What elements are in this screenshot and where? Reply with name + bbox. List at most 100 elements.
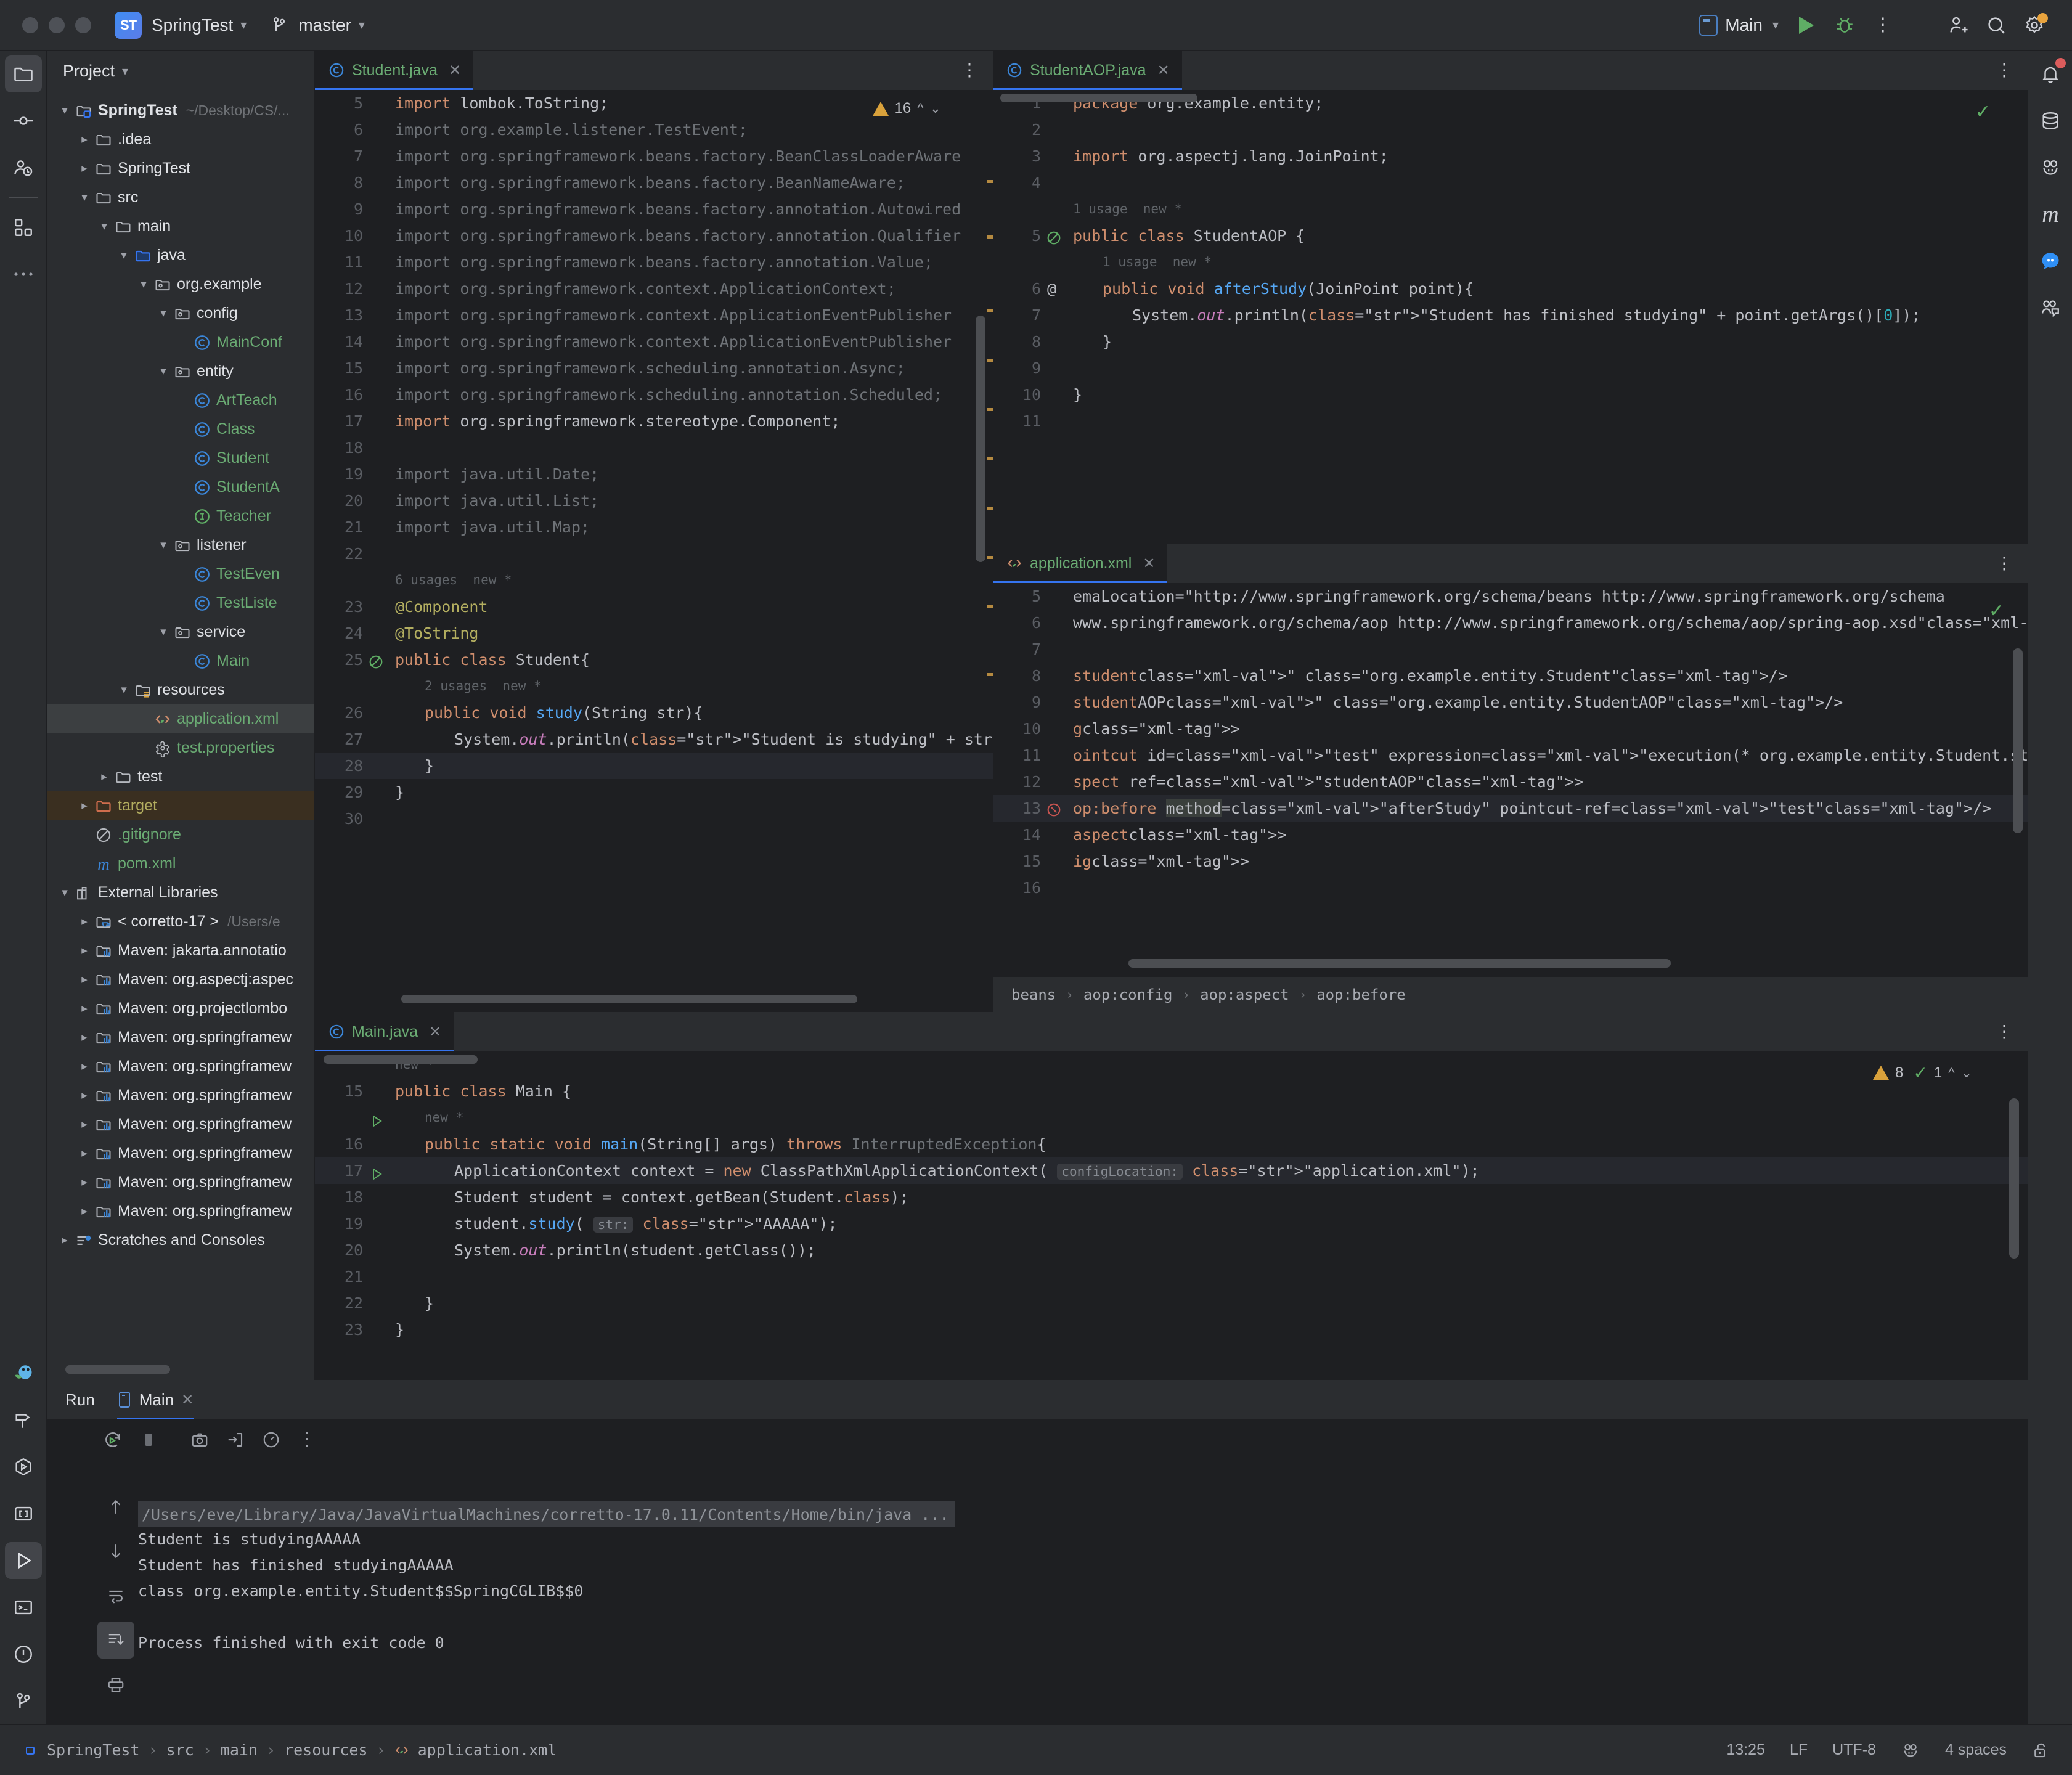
- tree-item-artteach[interactable]: ArtTeach: [47, 386, 314, 415]
- tree-item-mainconf[interactable]: MainConf: [47, 328, 314, 357]
- breadcrumb-item[interactable]: beans: [1011, 986, 1056, 1003]
- tree-item-maven-org-springframew[interactable]: ▸ Maven: org.springframew: [47, 1023, 314, 1052]
- chevron-right-icon[interactable]: ▸: [76, 133, 92, 147]
- tree-item-application-xml[interactable]: application.xml: [47, 704, 314, 733]
- terminal-tool-window-button[interactable]: [0, 1584, 47, 1631]
- tab-student-java[interactable]: Student.java ✕: [315, 51, 474, 90]
- chevron-down-icon[interactable]: ▾: [240, 17, 247, 33]
- screenshot-button[interactable]: [182, 1422, 218, 1458]
- chevron-down-icon[interactable]: ▾: [136, 277, 152, 292]
- tree-item-studenta[interactable]: StudentA: [47, 473, 314, 502]
- error-stripe[interactable]: [987, 408, 993, 411]
- debug-button[interactable]: [1825, 7, 1864, 43]
- chevron-right-icon[interactable]: ▸: [76, 1146, 92, 1161]
- chevron-right-icon[interactable]: ▸: [76, 1204, 92, 1218]
- problems-tool-window-button[interactable]: [0, 1631, 47, 1678]
- student-vscrollbar[interactable]: [976, 316, 985, 562]
- tree-item-java[interactable]: ▾ java: [47, 241, 314, 270]
- project-panel-header[interactable]: Project ▾: [47, 51, 314, 91]
- database-tool-window-button[interactable]: [2028, 97, 2072, 144]
- spring-tool-window-button[interactable]: [0, 1350, 47, 1397]
- stop-button[interactable]: [131, 1422, 166, 1458]
- editor-options-icon[interactable]: ⋮: [1996, 1022, 2028, 1040]
- close-icon[interactable]: ✕: [1143, 555, 1155, 573]
- indent-label[interactable]: 4 spaces: [1945, 1741, 2007, 1759]
- error-stripe[interactable]: [987, 309, 993, 312]
- appxml-vscrollbar[interactable]: [2013, 648, 2023, 833]
- error-stripe[interactable]: [987, 457, 993, 460]
- build-tool-window-button[interactable]: [0, 1397, 47, 1443]
- tree-item-class[interactable]: Class: [47, 415, 314, 444]
- print-button[interactable]: [94, 1662, 138, 1707]
- run-button[interactable]: [1787, 7, 1825, 43]
- lock-icon[interactable]: [2031, 1741, 2050, 1760]
- run-more-button[interactable]: ⋮: [289, 1422, 325, 1458]
- chevron-right-icon[interactable]: ▸: [76, 1117, 92, 1132]
- tree-item-src[interactable]: ▾ src: [47, 183, 314, 212]
- chevron-down-icon[interactable]: ▾: [155, 538, 171, 552]
- tree-item-teacher[interactable]: Teacher: [47, 502, 314, 531]
- encoding-label[interactable]: UTF-8: [1832, 1741, 1876, 1759]
- tree-item-springtest[interactable]: ▸ SpringTest: [47, 154, 314, 183]
- next-problem-icon[interactable]: ⌄: [1961, 1065, 1972, 1081]
- chevron-down-icon[interactable]: ▾: [155, 625, 171, 639]
- profile-button[interactable]: [253, 1422, 289, 1458]
- tree-item-maven-jakarta-annotatio[interactable]: ▸ Maven: jakarta.annotatio: [47, 936, 314, 965]
- tree-item-maven-org-springframew[interactable]: ▸ Maven: org.springframew: [47, 1110, 314, 1139]
- search-button[interactable]: [1977, 7, 2015, 43]
- error-stripe[interactable]: [987, 556, 993, 559]
- code-area-appxml[interactable]: 5 emaLocation="http://www.springframework…: [993, 583, 2028, 928]
- studentaop-hscrollbar[interactable]: [1000, 94, 1197, 102]
- project-name-label[interactable]: SpringTest: [152, 15, 233, 35]
- project-view-chevron-down-icon[interactable]: ▾: [122, 63, 128, 79]
- chevron-down-icon[interactable]: ▾: [57, 104, 73, 118]
- student-hscrollbar[interactable]: [401, 995, 857, 1003]
- inspection-widget-appxml[interactable]: ✓: [1989, 600, 2004, 622]
- more-tool-windows-button[interactable]: [0, 251, 47, 298]
- tree-item-test[interactable]: ▸ test: [47, 762, 314, 791]
- branch-chevron-down-icon[interactable]: ▾: [359, 17, 365, 33]
- plugins-tool-window-button[interactable]: [0, 204, 47, 251]
- project-tree-hscrollbar[interactable]: [65, 1365, 170, 1374]
- project-tree[interactable]: ▾ SpringTest ~/Desktop/CS/... ▸ .idea ▸ Spring…: [47, 91, 314, 1255]
- status-breadcrumb-item[interactable]: resources: [284, 1741, 367, 1759]
- error-stripe[interactable]: [987, 180, 993, 183]
- tree-item-pom-xml[interactable]: m pom.xml: [47, 849, 314, 878]
- status-breadcrumb-item[interactable]: application.xml: [418, 1741, 557, 1759]
- tree-item-scratches-and-consoles[interactable]: ▸ Scratches and Consoles: [47, 1226, 314, 1255]
- code-area-studentaop[interactable]: 1 package org.example.entity; 2 3 import org…: [993, 90, 2028, 503]
- breadcrumb-item[interactable]: aop:before: [1316, 986, 1406, 1003]
- tree-item-service[interactable]: ▾ service: [47, 618, 314, 647]
- inspection-widget-main[interactable]: 8 ✓ 1 ^ ⌄: [1873, 1063, 1972, 1083]
- chevron-right-icon[interactable]: ▸: [76, 1088, 92, 1103]
- tree-item-test-properties[interactable]: test.properties: [47, 733, 314, 762]
- chevron-down-icon[interactable]: ▾: [116, 683, 132, 697]
- close-icon[interactable]: ✕: [181, 1391, 194, 1409]
- tree-item-resources[interactable]: ▾ resources: [47, 675, 314, 704]
- chevron-right-icon[interactable]: ▸: [76, 799, 92, 813]
- tree-item-target[interactable]: ▸ target: [47, 791, 314, 820]
- xml-breadcrumb[interactable]: beans › aop:config › aop:aspect › aop:before: [993, 977, 2028, 1012]
- prev-problem-icon[interactable]: ^: [1948, 1065, 1954, 1081]
- tree-item-testeven[interactable]: TestEven: [47, 560, 314, 589]
- settings-button[interactable]: [2015, 7, 2054, 43]
- scroll-up-button[interactable]: [94, 1485, 138, 1529]
- code-with-me-button[interactable]: [2028, 285, 2072, 332]
- chevron-right-icon[interactable]: ▸: [76, 973, 92, 987]
- tree-item-testliste[interactable]: TestListe: [47, 589, 314, 618]
- tab-studentaop-java[interactable]: StudentAOP.java ✕: [993, 51, 1182, 90]
- chevron-right-icon[interactable]: ▸: [76, 915, 92, 929]
- chevron-right-icon[interactable]: ▸: [76, 1030, 92, 1045]
- tree-item-listener[interactable]: ▾ listener: [47, 531, 314, 560]
- editor-options-icon[interactable]: ⋮: [961, 61, 993, 79]
- error-stripe[interactable]: [987, 605, 993, 608]
- chevron-down-icon[interactable]: ▾: [155, 364, 171, 378]
- status-breadcrumb-item[interactable]: src: [166, 1741, 194, 1759]
- inspection-widget-student[interactable]: 16 ^ ⌄: [872, 100, 941, 117]
- ai-assistant-button[interactable]: [2028, 144, 2072, 191]
- close-icon[interactable]: ✕: [429, 1023, 441, 1041]
- chevron-down-icon[interactable]: ▾: [76, 190, 92, 205]
- code-area-student[interactable]: 5 import lombok.ToString; 6 import org.exam…: [315, 90, 993, 971]
- minimize-button[interactable]: [49, 17, 65, 33]
- chevron-down-icon[interactable]: ▾: [57, 886, 73, 900]
